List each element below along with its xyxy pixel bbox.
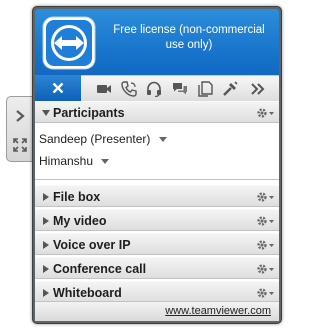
section-title: Conference call — [53, 262, 147, 276]
chevron-right-icon[interactable] — [13, 109, 27, 128]
participant-item[interactable]: Sandeep (Presenter) — [39, 132, 167, 146]
gear-icon[interactable] — [256, 238, 274, 256]
participant-name: Himanshu — [39, 154, 94, 168]
section-file-box[interactable]: File box — [35, 185, 279, 207]
side-panel-tab[interactable] — [6, 96, 33, 162]
panel-footer: www.teamviewer.com — [35, 301, 279, 321]
panel-header: Free license (non-commercial use only) — [35, 9, 279, 101]
close-button[interactable] — [35, 75, 81, 101]
phone-icon[interactable] — [121, 81, 137, 97]
video-icon[interactable] — [96, 81, 112, 97]
expand-arrow-icon[interactable] — [42, 241, 50, 249]
tools-icon[interactable] — [222, 81, 238, 97]
chat-icon[interactable] — [172, 81, 188, 97]
participant-name: Sandeep (Presenter) — [39, 132, 151, 146]
participants-list: Sandeep (Presenter) Himanshu — [35, 123, 279, 180]
expand-arrow-icon[interactable] — [42, 193, 50, 201]
expand-arrow-icon[interactable] — [42, 217, 50, 225]
section-title: Voice over IP — [53, 238, 131, 252]
dropdown-caret-icon[interactable] — [158, 136, 167, 143]
gear-icon[interactable] — [256, 262, 274, 280]
participant-item[interactable]: Himanshu — [39, 154, 110, 168]
expand-arrow-icon[interactable] — [42, 289, 50, 297]
section-title: My video — [53, 214, 107, 228]
dropdown-caret-icon[interactable] — [101, 158, 110, 165]
section-participants[interactable]: Participants — [35, 101, 279, 123]
expand-arrow-icon[interactable] — [42, 265, 50, 273]
section-voice-over-ip[interactable]: Voice over IP — [35, 233, 279, 255]
more-icon[interactable] — [250, 81, 266, 97]
section-whiteboard[interactable]: Whiteboard — [35, 281, 279, 303]
gear-icon[interactable] — [256, 214, 274, 232]
section-conference-call[interactable]: Conference call — [35, 257, 279, 279]
section-my-video[interactable]: My video — [35, 209, 279, 231]
section-title: Participants — [53, 106, 125, 120]
section-title: File box — [53, 190, 101, 204]
license-text: Free license (non-commercial use only) — [113, 24, 265, 51]
collapse-arrow-icon[interactable] — [42, 109, 50, 117]
teamviewer-panel: Free license (non-commercial use only) P… — [32, 6, 282, 324]
gear-icon[interactable] — [256, 106, 274, 124]
headset-icon[interactable] — [146, 81, 162, 97]
website-link[interactable]: www.teamviewer.com — [165, 305, 271, 317]
files-icon[interactable] — [197, 81, 213, 97]
section-title: Whiteboard — [53, 286, 122, 300]
close-icon[interactable] — [52, 82, 64, 94]
panel-body: Participants Sandeep (Presenter) Himansh… — [35, 101, 279, 319]
expand-icon[interactable] — [12, 137, 28, 158]
teamviewer-logo — [42, 16, 96, 70]
gear-icon[interactable] — [256, 190, 274, 208]
